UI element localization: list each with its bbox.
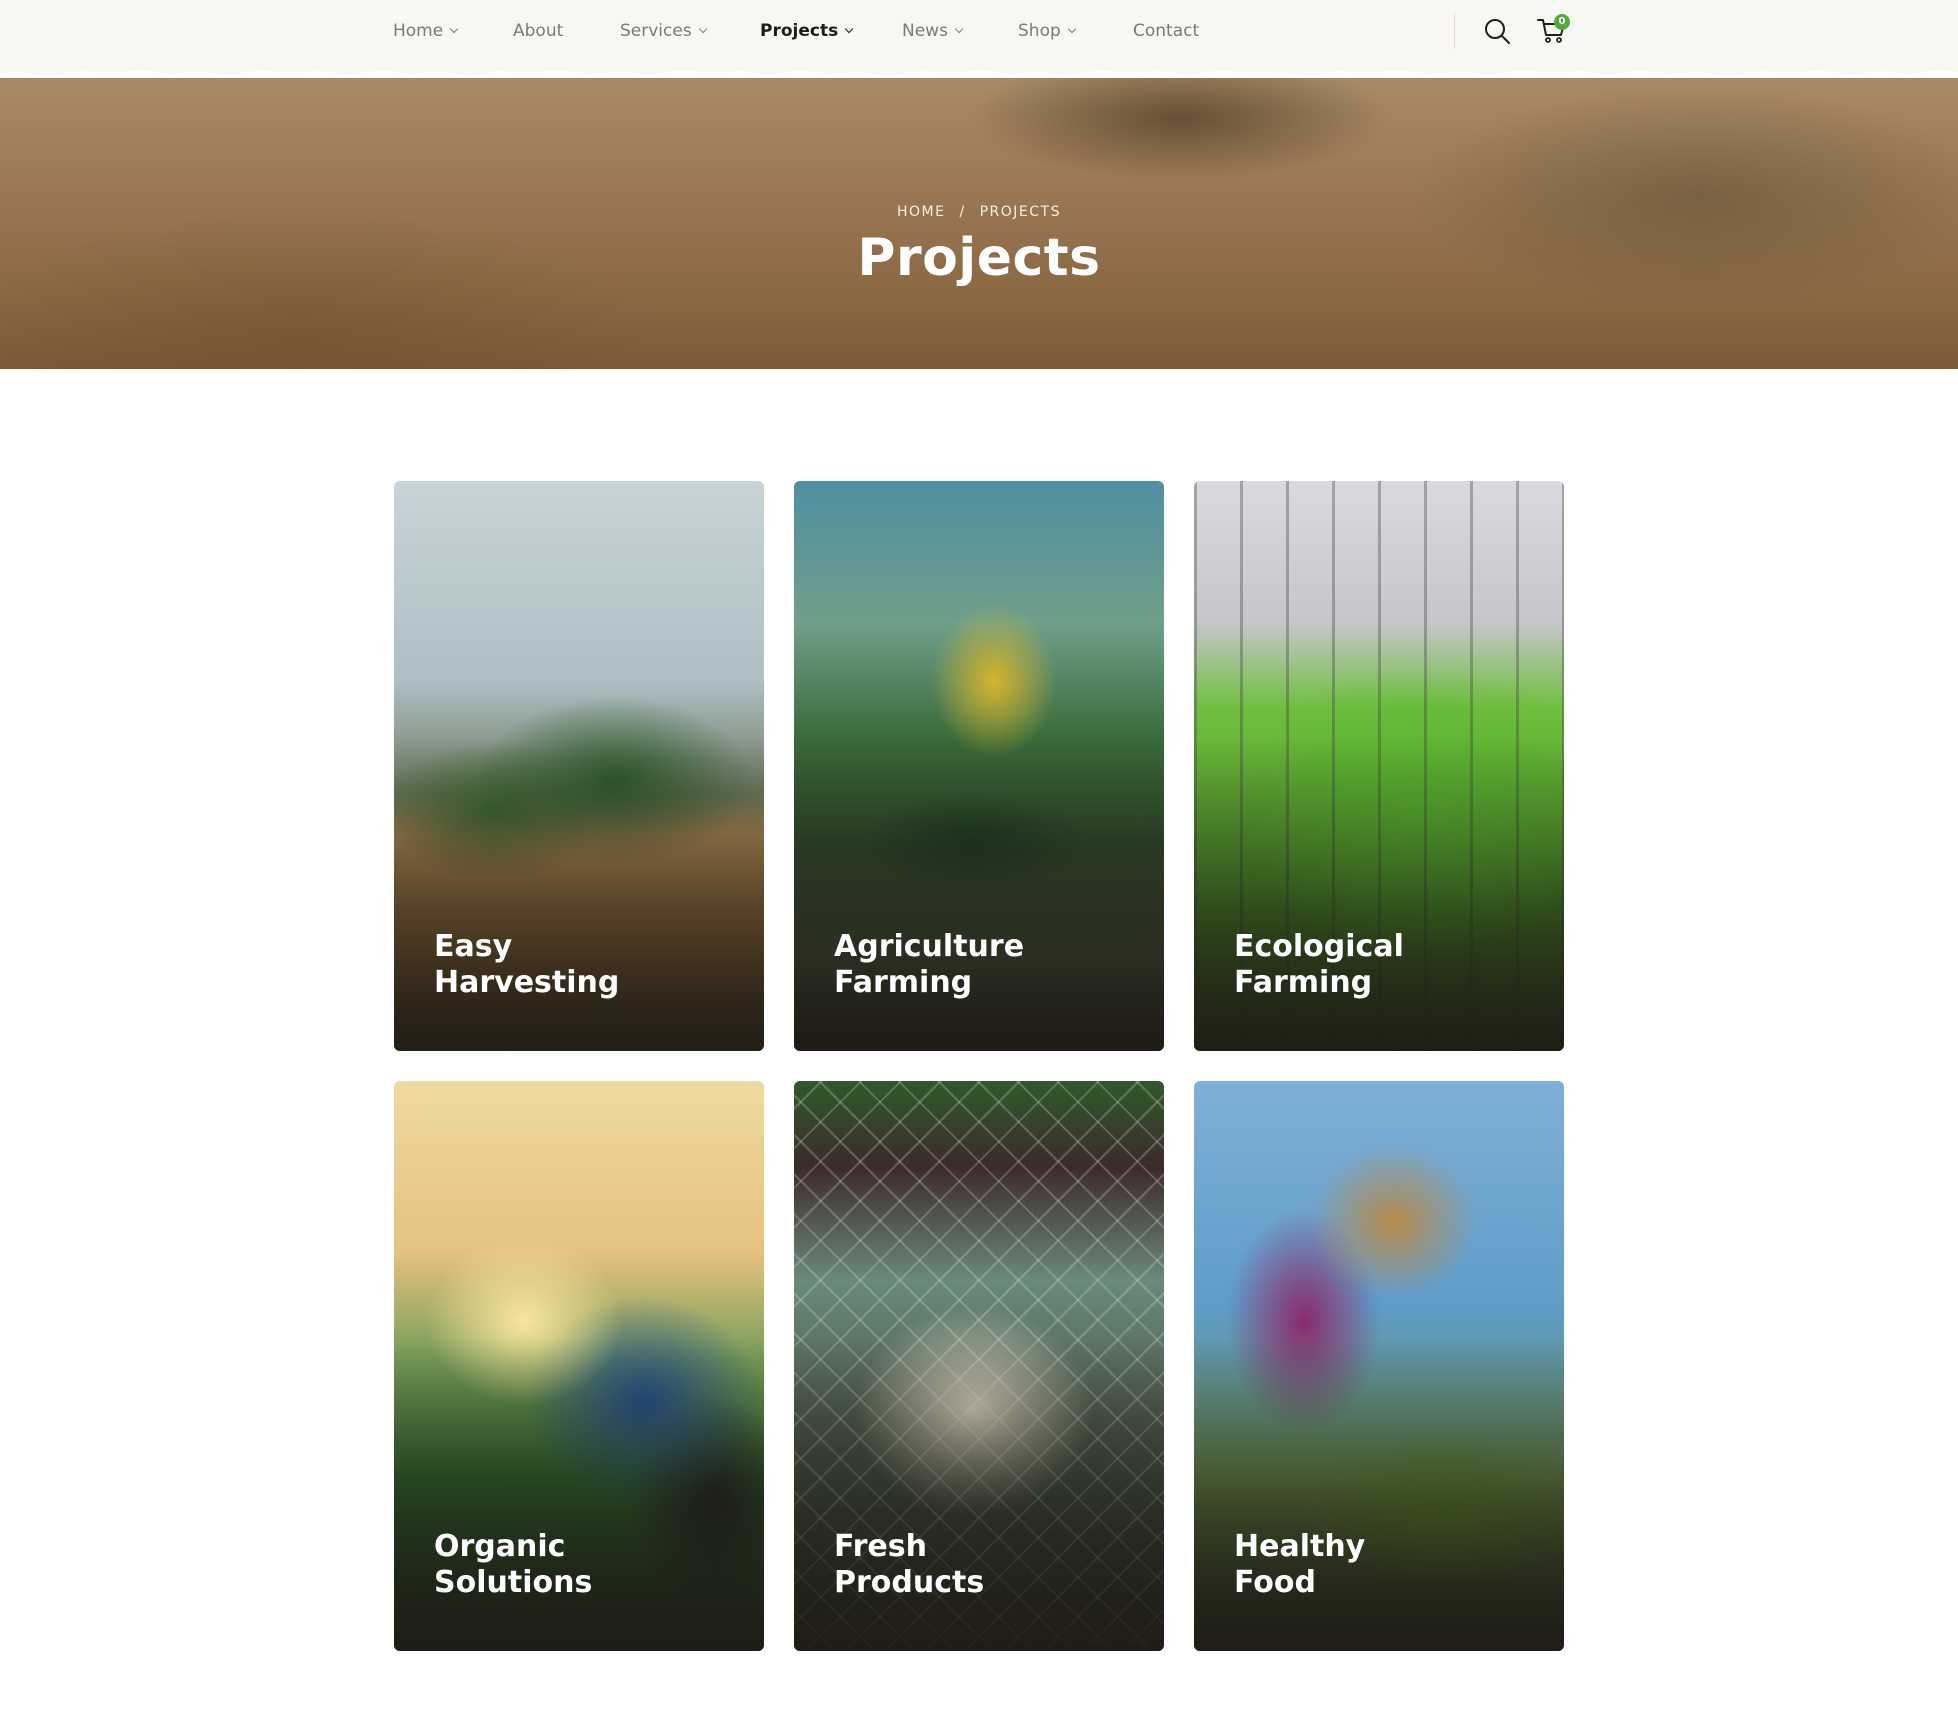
chevron-down-icon (1067, 24, 1077, 34)
project-title-line: Farming (1234, 965, 1373, 1000)
page-title: Projects (857, 228, 1101, 288)
project-title-line: Harvesting (434, 965, 620, 1000)
project-title: Fresh Products (834, 1529, 1134, 1601)
nav-item-about[interactable]: About (513, 0, 563, 62)
project-title: Ecological Farming (1234, 929, 1534, 1001)
breadcrumb-home-link[interactable]: HOME (897, 204, 945, 220)
search-icon (1485, 19, 1510, 44)
project-title-line: Farming (834, 965, 973, 1000)
site-header: Home About Services Projects News Shop C… (0, 0, 1958, 62)
card-shade (394, 737, 764, 1051)
nav-item-projects[interactable]: Projects (760, 0, 854, 62)
breadcrumb-current: PROJECTS (979, 204, 1061, 220)
project-title: Easy Harvesting (434, 929, 734, 1001)
nav-item-label: Services (620, 21, 692, 41)
project-title-line: Healthy (1234, 1529, 1366, 1564)
nav-item-label: Projects (760, 21, 839, 41)
torn-edge-divider (0, 58, 1958, 76)
project-title-line: Organic (434, 1529, 566, 1564)
search-button[interactable] (1482, 16, 1512, 46)
nav-item-label: News (902, 21, 948, 41)
cart-count-badge: 0 (1554, 14, 1570, 30)
nav-item-news[interactable]: News (902, 0, 964, 62)
project-card-agriculture-farming[interactable]: Agriculture Farming (794, 481, 1164, 1051)
card-shade (1194, 737, 1564, 1051)
card-shade (394, 1337, 764, 1651)
project-title-line: Easy (434, 929, 513, 964)
project-card-ecological-farming[interactable]: Ecological Farming (1194, 481, 1564, 1051)
card-shade (1194, 1337, 1564, 1651)
project-title-line: Fresh (834, 1529, 927, 1564)
project-title: Organic Solutions (434, 1529, 734, 1601)
project-title: Healthy Food (1234, 1529, 1534, 1601)
nav-item-home[interactable]: Home (393, 0, 459, 62)
project-title-line: Food (1234, 1565, 1316, 1600)
project-title-line: Ecological (1234, 929, 1404, 964)
page-banner: HOME / PROJECTS Projects (0, 78, 1958, 369)
nav-item-contact[interactable]: Contact (1133, 0, 1199, 62)
card-shade (794, 1337, 1164, 1651)
chevron-down-icon (449, 24, 459, 34)
project-title-line: Agriculture (834, 929, 1025, 964)
nav-item-label: Shop (1018, 21, 1061, 41)
project-card-organic-solutions[interactable]: Organic Solutions (394, 1081, 764, 1651)
project-card-fresh-products[interactable]: Fresh Products (794, 1081, 1164, 1651)
nav-item-shop[interactable]: Shop (1018, 0, 1077, 62)
chevron-down-icon (698, 24, 707, 34)
breadcrumb-separator: / (959, 204, 966, 220)
breadcrumb: HOME / PROJECTS (0, 204, 1958, 220)
nav-divider (1454, 13, 1455, 49)
card-shade (794, 737, 1164, 1051)
nav-item-label: Home (393, 21, 444, 41)
project-title-line: Products (834, 1565, 985, 1600)
chevron-down-icon (844, 24, 854, 34)
project-title-line: Solutions (434, 1565, 593, 1600)
project-card-healthy-food[interactable]: Healthy Food (1194, 1081, 1564, 1651)
nav-item-label: About (513, 21, 564, 41)
nav-item-label: Contact (1133, 21, 1200, 41)
nav-item-services[interactable]: Services (620, 0, 707, 62)
project-title: Agriculture Farming (834, 929, 1134, 1001)
project-card-easy-harvesting[interactable]: Easy Harvesting (394, 481, 764, 1051)
chevron-down-icon (954, 24, 964, 34)
